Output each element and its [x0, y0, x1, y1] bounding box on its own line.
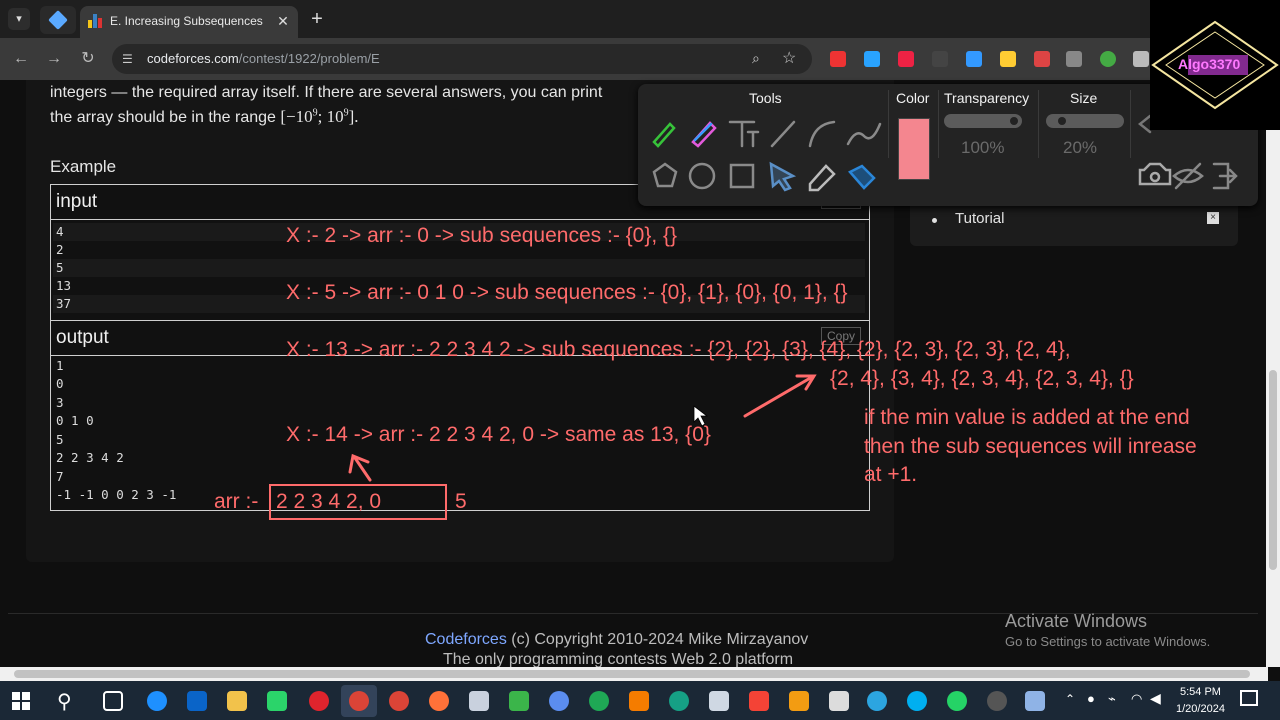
exit-icon — [1212, 162, 1238, 190]
mouse-cursor-icon — [693, 405, 709, 427]
extension-icon[interactable] — [932, 51, 948, 67]
line-icon — [770, 120, 796, 148]
firefox-icon[interactable] — [429, 691, 449, 711]
extension-icon[interactable] — [1000, 51, 1016, 67]
volume-icon[interactable]: ◀ — [1150, 690, 1161, 707]
forward-arrow-icon[interactable]: → — [43, 48, 65, 70]
notepad-icon[interactable] — [509, 691, 529, 711]
address-bar-row: ← → ↻ ☰ codeforces.com/contest/1922/prob… — [0, 38, 1280, 80]
extension-icon[interactable] — [1100, 51, 1116, 67]
bookmark-star-icon[interactable]: ☆ — [782, 48, 796, 68]
url-input[interactable]: ☰ codeforces.com/contest/1922/problem/E … — [112, 44, 812, 74]
telegram-icon[interactable] — [867, 691, 887, 711]
browser-tab-strip: ▾ E. Increasing Subsequences ✕ + — [0, 0, 1280, 38]
pycharm-icon[interactable] — [267, 691, 287, 711]
whatsapp-icon[interactable] — [947, 691, 967, 711]
marker-icon — [691, 121, 717, 148]
fill-bucket-icon — [847, 164, 876, 190]
sublime-icon[interactable] — [629, 691, 649, 711]
arrow-line — [743, 375, 814, 418]
curve-icon — [846, 122, 882, 146]
horizontal-scrollbar[interactable] — [0, 667, 1268, 681]
network-icon[interactable]: ⌁ — [1108, 691, 1116, 707]
scroll-thumb[interactable] — [14, 670, 1250, 678]
site-info-icon[interactable]: ☰ — [122, 52, 136, 66]
chrome-icon[interactable] — [389, 691, 409, 711]
notification-icon[interactable] — [1240, 690, 1258, 706]
zoom-icon[interactable]: ⌕ — [752, 50, 760, 67]
tray-chevron-icon[interactable]: ⌃ — [1065, 692, 1075, 706]
snipping-icon[interactable] — [709, 691, 729, 711]
tab-active[interactable]: E. Increasing Subsequences ✕ — [80, 6, 298, 38]
skype-icon[interactable] — [907, 691, 927, 711]
undo-arrow-icon — [1137, 114, 1152, 134]
app-icon[interactable] — [669, 691, 689, 711]
hide-eye-icon — [1172, 162, 1204, 190]
extensions-puzzle-icon[interactable] — [1133, 51, 1149, 67]
wifi-icon[interactable]: ◠ — [1131, 691, 1142, 707]
back-arrow-icon[interactable]: ← — [10, 48, 32, 70]
download-icon[interactable] — [1066, 51, 1082, 67]
app-icon[interactable] — [589, 691, 609, 711]
url-text: codeforces.com/contest/1922/problem/E — [147, 51, 380, 66]
arc-icon — [808, 120, 836, 148]
scroll-thumb[interactable] — [1269, 370, 1277, 570]
logo-text: Algo3370 — [1178, 56, 1241, 72]
text-icon — [728, 120, 760, 148]
extension-icon[interactable] — [864, 51, 880, 67]
clock-time[interactable]: 5:54 PM — [1180, 686, 1221, 698]
new-tab-icon[interactable]: + — [306, 8, 328, 30]
gem-icon — [48, 10, 68, 30]
tab-search-chevron-icon[interactable]: ▾ — [8, 8, 30, 30]
polygon-icon — [652, 162, 678, 188]
edge-icon[interactable] — [147, 691, 167, 711]
windows-start-icon[interactable] — [12, 692, 30, 710]
search-icon[interactable]: ⚲ — [57, 689, 72, 714]
app-icon[interactable] — [829, 691, 849, 711]
outlook-icon[interactable] — [187, 691, 207, 711]
app-icon[interactable] — [469, 691, 489, 711]
todo-icon[interactable] — [549, 691, 569, 711]
channel-logo: Algo3370 — [1150, 0, 1280, 130]
vertical-scrollbar[interactable] — [1266, 80, 1280, 667]
app-icon[interactable] — [789, 691, 809, 711]
app-icon[interactable] — [1025, 691, 1045, 711]
mic-icon[interactable]: ● — [1087, 691, 1095, 706]
extension-icon[interactable] — [966, 51, 982, 67]
extension-icon[interactable] — [1034, 51, 1050, 67]
windows-taskbar: ⚲ ⌃ ● ⌁ ◠ ◀ — [0, 681, 1280, 720]
task-view-icon[interactable] — [103, 691, 123, 711]
opera-icon[interactable] — [309, 691, 329, 711]
codeforces-favicon-icon — [88, 14, 102, 28]
file-explorer-icon[interactable] — [227, 691, 247, 711]
pinned-tab[interactable] — [40, 6, 76, 34]
reload-icon[interactable]: ↻ — [77, 48, 99, 70]
chrome-icon[interactable] — [349, 691, 369, 711]
app-icon[interactable] — [749, 691, 769, 711]
circle-icon — [688, 162, 716, 190]
clock-date[interactable]: 1/20/2024 — [1176, 703, 1225, 715]
tab-title: E. Increasing Subsequences — [110, 14, 263, 28]
pencil-icon — [652, 122, 676, 148]
eraser-icon — [808, 164, 836, 192]
extension-icon[interactable] — [830, 51, 846, 67]
tab-close-icon[interactable]: ✕ — [274, 12, 292, 30]
rectangle-icon — [729, 163, 755, 189]
extension-icon[interactable] — [898, 51, 914, 67]
select-pointer-icon — [769, 161, 797, 192]
app-icon[interactable] — [987, 691, 1007, 711]
